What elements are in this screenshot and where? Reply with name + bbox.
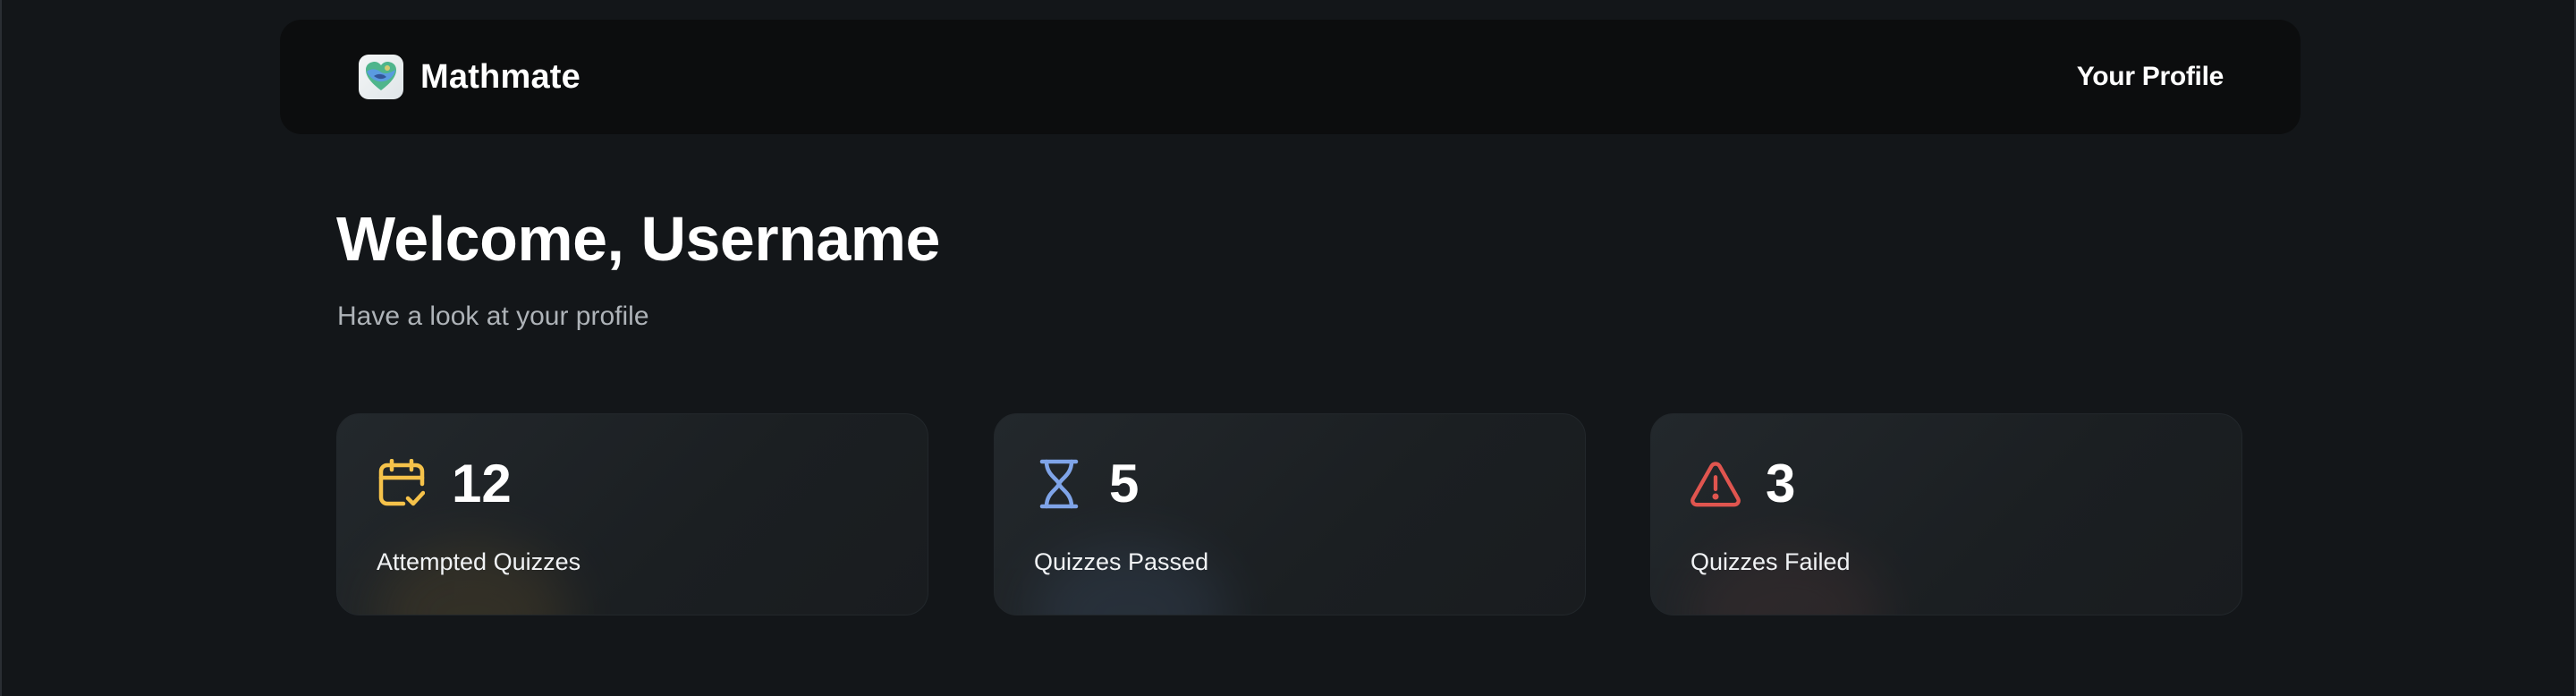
welcome-title: Welcome, Username — [336, 204, 940, 274]
stat-label: Attempted Quizzes — [377, 548, 581, 575]
welcome-subtitle: Have a look at your profile — [337, 301, 649, 331]
stat-card-passed: 5 Quizzes Passed — [994, 413, 1586, 615]
calendar-check-icon — [377, 459, 427, 509]
stat-value: 12 — [452, 454, 512, 514]
your-profile-link[interactable]: Your Profile — [2077, 62, 2224, 92]
stat-card-header: 3 — [1690, 455, 1795, 513]
brand[interactable]: Mathmate — [359, 55, 580, 99]
stat-card-attempted: 12 Attempted Quizzes — [336, 413, 928, 615]
stat-card-header: 5 — [1034, 455, 1139, 513]
stat-label: Quizzes Passed — [1034, 548, 1209, 575]
stat-label: Quizzes Failed — [1690, 548, 1851, 575]
stat-card-header: 12 — [377, 455, 512, 513]
stat-card-failed: 3 Quizzes Failed — [1650, 413, 2242, 615]
brand-name: Mathmate — [420, 57, 580, 96]
stat-value: 5 — [1109, 454, 1140, 514]
mathmate-logo-icon — [359, 55, 403, 99]
hourglass-icon — [1034, 459, 1084, 509]
navbar: Mathmate Your Profile — [280, 20, 2301, 134]
warning-triangle-icon — [1690, 459, 1741, 509]
stat-value: 3 — [1766, 454, 1796, 514]
